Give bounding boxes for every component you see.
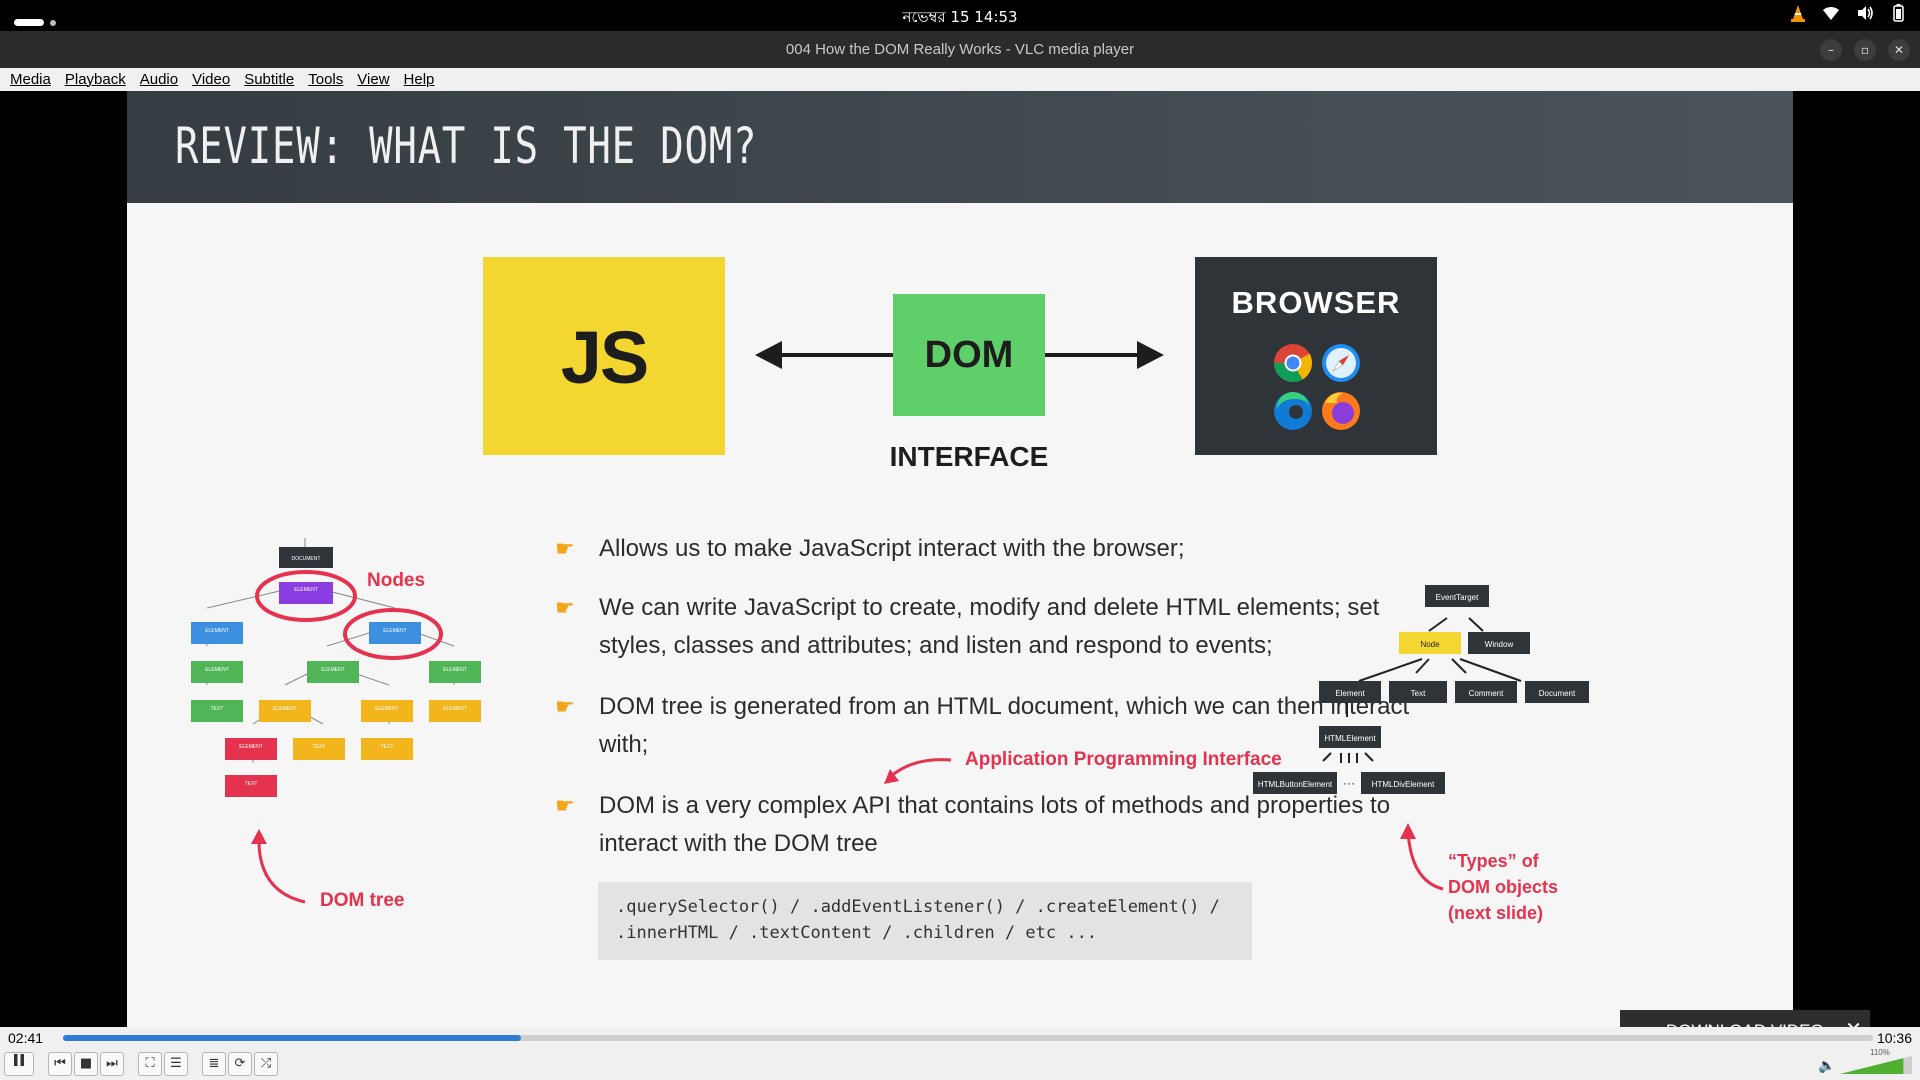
vlc-cone-icon[interactable] (1790, 4, 1806, 27)
next-button[interactable]: ⏭ (100, 1052, 124, 1076)
video-area[interactable]: REVIEW: WHAT IS THE DOM? JS DOM BROWSER (0, 91, 1920, 1027)
pause-icon (14, 1054, 24, 1066)
window-title-bar[interactable]: 004 How the DOM Really Works - VLC media… (0, 31, 1920, 68)
window-title: 004 How the DOM Really Works - VLC media… (785, 41, 1135, 58)
type-html-button-element: HTMLButtonElement (1258, 780, 1333, 789)
previous-button[interactable]: ⏮ (48, 1052, 72, 1076)
player-controls: ⏮ ■ ⏭ ⛶ ☰ ≣ ⟳ ⤮ 🔈 110% (0, 1048, 1920, 1080)
menu-subtitle[interactable]: Subtitle (244, 68, 301, 91)
speaker-icon[interactable]: 🔈 (1818, 1058, 1835, 1074)
type-element: Element (1335, 689, 1365, 698)
restore-button[interactable]: ▫ (1854, 39, 1876, 61)
seek-row: 02:41 10:36 (0, 1027, 1920, 1048)
loop-button[interactable]: ⟳ (228, 1052, 252, 1076)
menu-media[interactable]: Media (10, 68, 58, 91)
menu-bar: Media Playback Audio Video Subtitle Tool… (0, 68, 1920, 91)
types-note: “Types” of DOM objects (next slide) (1448, 851, 1559, 923)
pause-button[interactable] (4, 1052, 34, 1076)
type-window: Window (1485, 640, 1514, 649)
close-button[interactable]: ✕ (1888, 39, 1910, 61)
type-comment: Comment (1469, 689, 1504, 698)
total-time[interactable]: 10:36 (1877, 1030, 1912, 1046)
type-text: Text (1411, 689, 1426, 698)
type-document: Document (1539, 689, 1576, 698)
volume-slider[interactable] (1840, 1056, 1912, 1074)
volume-icon[interactable] (1856, 5, 1874, 26)
shuffle-button[interactable]: ⤮ (254, 1052, 278, 1076)
extended-settings-button[interactable]: ☰ (164, 1052, 188, 1076)
menu-audio[interactable]: Audio (140, 68, 185, 91)
menu-tools[interactable]: Tools (308, 68, 350, 91)
type-html-div-element: HTMLDivElement (1372, 780, 1435, 789)
fullscreen-button[interactable]: ⛶ (138, 1052, 162, 1076)
wifi-icon[interactable] (1822, 5, 1840, 26)
menu-help[interactable]: Help (404, 68, 442, 91)
type-ellipsis: ··· (1343, 776, 1355, 790)
menu-video[interactable]: Video (192, 68, 237, 91)
seek-slider[interactable] (63, 1035, 1873, 1041)
type-html-element: HTMLElement (1324, 734, 1376, 743)
clock[interactable]: নভেম্বর 15 14:53 (0, 6, 1920, 31)
type-event-target: EventTarget (1436, 593, 1479, 602)
stop-button[interactable]: ■ (74, 1052, 98, 1076)
video-frame-slide: REVIEW: WHAT IS THE DOM? JS DOM BROWSER (127, 91, 1793, 1027)
battery-icon[interactable] (1890, 3, 1906, 27)
type-node: Node (1420, 640, 1440, 649)
current-time: 02:41 (8, 1030, 44, 1046)
system-tray[interactable] (1790, 3, 1906, 27)
playlist-button[interactable]: ≣ (202, 1052, 226, 1076)
types-arrow (1406, 830, 1444, 891)
system-top-bar: নভেম্বর 15 14:53 (0, 0, 1920, 31)
seek-progress (63, 1035, 521, 1041)
minimize-button[interactable]: – (1820, 39, 1842, 61)
menu-playback[interactable]: Playback (65, 68, 133, 91)
menu-view[interactable]: View (357, 68, 396, 91)
